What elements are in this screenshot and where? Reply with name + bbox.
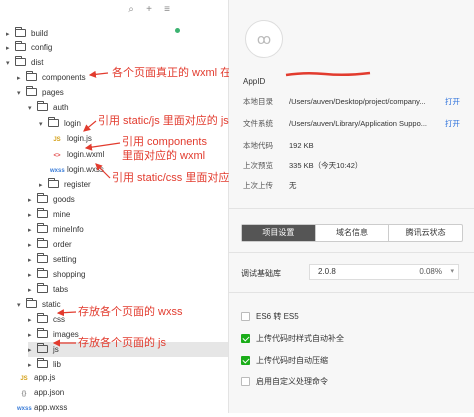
checkbox-style-autocomplete[interactable] <box>241 334 250 343</box>
option-style-autocomplete[interactable]: 上传代码时样式自动补全 <box>241 333 344 345</box>
settings-tabs: 项目设置 域名信息 腾讯云状态 <box>241 224 463 242</box>
chevron-down-icon: ▾ <box>450 268 454 275</box>
tab-tencent-cloud[interactable]: 腾讯云状态 <box>389 225 462 241</box>
annotation-css: 存放各个页面的 wxss <box>78 306 183 318</box>
checkbox-minify[interactable] <box>241 356 250 365</box>
info-value: /Users/auven/Desktop/project/company... <box>289 97 426 106</box>
option-label: 启用自定义处理命令 <box>256 377 328 386</box>
project-details-panel: ꝏ AppID 本地目录/Users/auven/Desktop/project… <box>229 0 474 413</box>
info-value: /Users/auven/Library/Application Suppo..… <box>289 119 427 128</box>
divider <box>229 292 474 293</box>
checkbox-es6[interactable] <box>241 312 250 321</box>
annotation-js: 存放各个页面的 js <box>78 337 166 349</box>
tab-project-settings[interactable]: 项目设置 <box>242 225 316 241</box>
info-value: 335 KB（今天10:42） <box>289 161 363 170</box>
info-value: 192 KB <box>289 141 314 150</box>
lib-version-label: 调试基础库 <box>241 269 281 278</box>
option-label: 上传代码时样式自动补全 <box>256 334 344 343</box>
info-row-last-preview: 上次预览 335 KB（今天10:42） <box>243 160 362 172</box>
info-key: 本地代码 <box>243 141 273 150</box>
annotation-login-wxml-2: 里面对应的 wxml <box>122 150 206 162</box>
annotation-login-js: 引用 static/js 里面对应的 js <box>98 115 229 127</box>
lib-usage-percent: 0.08% <box>419 267 442 276</box>
info-key: 上次预览 <box>243 161 273 170</box>
open-file-system-link[interactable]: 打开 <box>445 118 460 130</box>
info-row-local-dir: 本地目录/Users/auven/Desktop/project/company… <box>243 96 460 108</box>
divider <box>229 252 474 253</box>
info-row-file-system: 文件系统/Users/auven/Library/Application Sup… <box>243 118 460 130</box>
info-key: 上次上传 <box>243 181 273 190</box>
checkbox-custom-command[interactable] <box>241 377 250 386</box>
annotation-login-wxml-1: 引用 components <box>122 136 207 148</box>
info-row-last-upload: 上次上传 无 <box>243 180 297 192</box>
app-avatar-icon: ꝏ <box>245 20 283 58</box>
open-local-dir-link[interactable]: 打开 <box>445 96 460 108</box>
divider <box>229 208 474 209</box>
option-custom-command[interactable]: 启用自定义处理命令 <box>241 376 328 388</box>
tab-domain-info[interactable]: 域名信息 <box>316 225 390 241</box>
option-minify[interactable]: 上传代码时自动压缩 <box>241 355 328 367</box>
option-label: ES6 转 ES5 <box>256 312 299 321</box>
lib-version-select[interactable]: 2.0.8 0.08% ▾ <box>309 264 459 280</box>
option-label: 上传代码时自动压缩 <box>256 356 328 365</box>
redaction-mark <box>285 71 371 77</box>
info-key: 文件系统 <box>243 119 273 128</box>
info-row-local-code: 本地代码 192 KB <box>243 140 314 152</box>
info-value: 无 <box>289 181 297 190</box>
lib-version-value: 2.0.8 <box>318 267 336 276</box>
info-key: 本地目录 <box>243 97 273 106</box>
option-es6[interactable]: ES6 转 ES5 <box>241 311 299 323</box>
appid-label: AppID <box>243 77 266 86</box>
